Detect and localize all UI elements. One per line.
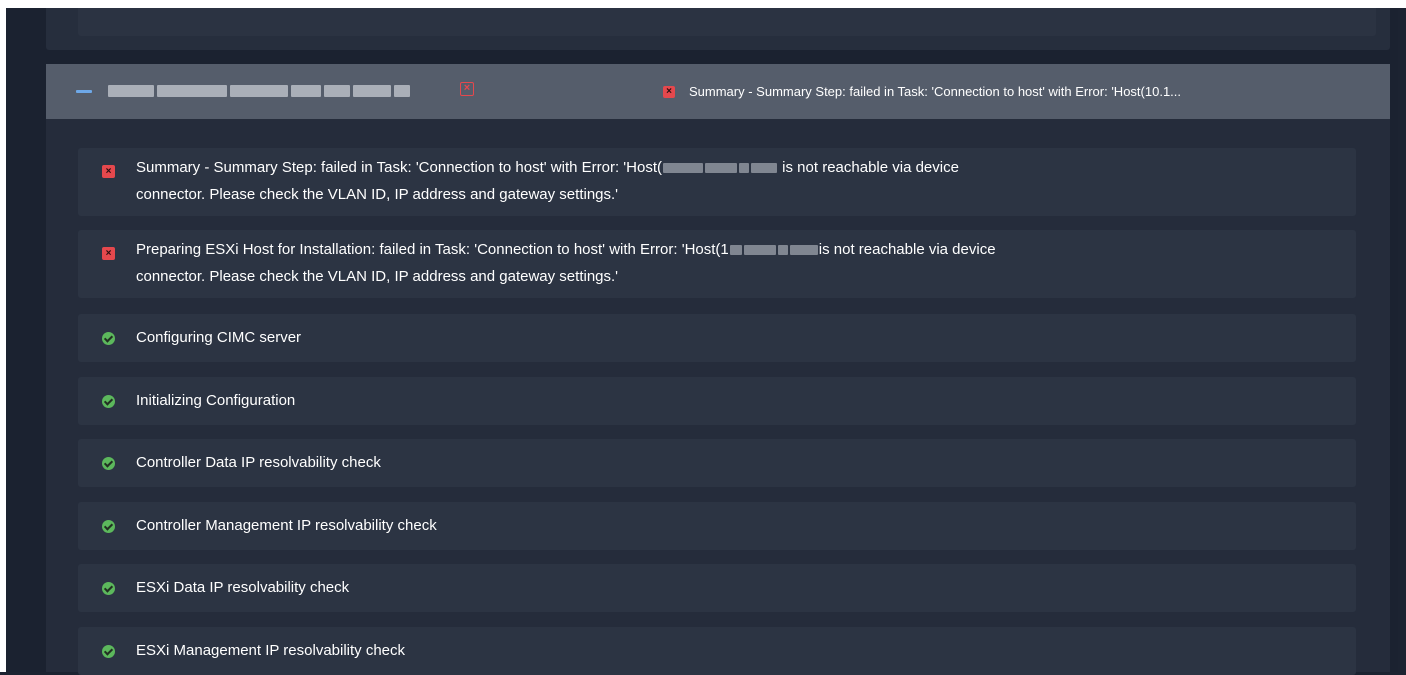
step-text: Summary - Summary Step: failed in Task: … <box>136 154 1336 208</box>
x-square-icon: × <box>102 247 115 260</box>
header-error-summary: × Summary - Summary Step: failed in Task… <box>663 64 1181 119</box>
step-row-esxi-mgmt-ip: ESXi Management IP resolvability check <box>78 627 1356 675</box>
check-circle-icon <box>102 582 115 595</box>
server-group-header[interactable]: × × Summary - Summary Step: failed in Ta… <box>46 64 1390 119</box>
step-label: Controller Data IP resolvability check <box>136 454 381 471</box>
minus-icon[interactable] <box>76 90 92 93</box>
redacted-host <box>729 245 742 256</box>
step-text-line2: connector. Please check the VLAN ID, IP … <box>136 186 619 203</box>
check-circle-icon <box>102 395 115 408</box>
step-row-initializing-configuration: Initializing Configuration <box>78 377 1356 425</box>
redacted-host <box>789 245 818 256</box>
redacted-host <box>663 163 704 174</box>
step-row-preparing-esxi: × Preparing ESXi Host for Installation: … <box>78 230 1356 298</box>
step-text: Preparing ESXi Host for Installation: fa… <box>136 236 1336 290</box>
previous-group-card <box>46 8 1390 50</box>
redacted-host <box>751 163 778 174</box>
check-circle-icon <box>102 457 115 470</box>
check-circle-icon <box>102 520 115 533</box>
step-text-start: Summary - Summary Step: failed in Task: … <box>136 159 663 176</box>
header-error-text: Summary - Summary Step: failed in Task: … <box>689 84 1182 99</box>
step-label: Initializing Configuration <box>136 392 296 409</box>
step-label: ESXi Management IP resolvability check <box>136 642 406 659</box>
x-square-icon: × <box>663 85 675 98</box>
step-label: Configuring CIMC server <box>136 329 302 346</box>
workflow-panel: × × Summary - Summary Step: failed in Ta… <box>6 8 1398 675</box>
step-row-esxi-data-ip: ESXi Data IP resolvability check <box>78 564 1356 612</box>
step-label: ESXi Data IP resolvability check <box>136 579 350 596</box>
top-strip <box>0 0 1406 8</box>
x-square-icon: × <box>102 165 115 178</box>
server-name-redacted <box>108 85 410 97</box>
redacted-host <box>739 163 750 174</box>
check-circle-icon <box>102 332 115 345</box>
step-row-summary: × Summary - Summary Step: failed in Task… <box>78 148 1356 216</box>
step-text-start: Preparing ESXi Host for Installation: fa… <box>136 241 729 258</box>
redacted-host <box>743 245 776 256</box>
step-label: Controller Management IP resolvability c… <box>136 517 437 534</box>
step-row-controller-data-ip: Controller Data IP resolvability check <box>78 439 1356 487</box>
redacted-host <box>705 163 738 174</box>
step-text-end: is not reachable via device <box>778 159 959 176</box>
step-row-controller-mgmt-ip: Controller Management IP resolvability c… <box>78 502 1356 550</box>
redacted-host <box>777 245 788 256</box>
check-circle-icon <box>102 645 115 658</box>
step-row-configuring-cimc: Configuring CIMC server <box>78 314 1356 362</box>
previous-group-inner <box>78 8 1376 36</box>
step-text-end: is not reachable via device <box>818 241 996 258</box>
x-square-icon: × <box>460 82 474 96</box>
step-text-line2: connector. Please check the VLAN ID, IP … <box>136 268 619 285</box>
server-group: × × Summary - Summary Step: failed in Ta… <box>46 64 1390 675</box>
